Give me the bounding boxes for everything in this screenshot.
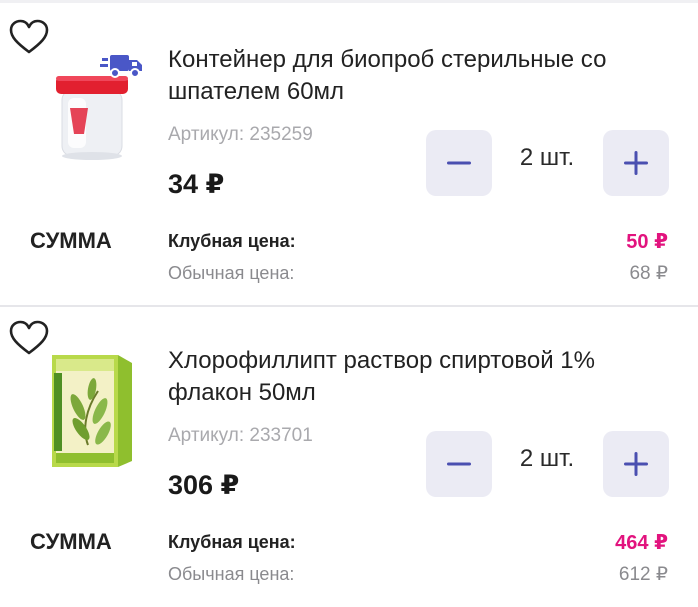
product-title[interactable]: Контейнер для биопроб стерильные со шпат…	[168, 44, 668, 108]
top-divider	[0, 0, 698, 3]
decrease-quantity-button[interactable]	[426, 130, 492, 196]
sum-label: СУММА	[30, 228, 112, 253]
quantity-value: 2 шт.	[519, 445, 575, 472]
regular-price-label: Обычная цена:	[168, 263, 295, 283]
club-price-value: 464 ₽	[615, 532, 668, 554]
regular-price-value: 612 ₽	[618, 564, 668, 585]
product-title-line: Хлорофиллипт раствор спиртовой 1%	[168, 347, 595, 374]
unit-price: 34 ₽	[168, 169, 225, 199]
regular-price-value: 68 ₽	[629, 263, 668, 284]
decrease-quantity-button[interactable]	[426, 431, 492, 497]
unit-price: 306 ₽	[168, 470, 240, 500]
club-price-value: 50 ₽	[626, 231, 668, 253]
regular-price-label: Обычная цена:	[168, 564, 295, 584]
minus-icon	[447, 161, 471, 165]
favorite-heart-icon[interactable]	[8, 18, 50, 56]
product-title-line: Контейнер для биопроб стерильные со	[168, 46, 607, 73]
product-title[interactable]: Хлорофиллипт раствор спиртовой 1% флакон…	[168, 345, 668, 409]
favorite-heart-icon[interactable]	[8, 319, 50, 357]
plus-icon	[624, 151, 648, 175]
minus-icon	[447, 462, 471, 466]
increase-quantity-button[interactable]	[603, 130, 669, 196]
increase-quantity-button[interactable]	[603, 431, 669, 497]
quantity-value: 2 шт.	[519, 144, 575, 171]
sku-label: Артикул: 235259	[168, 124, 313, 145]
plus-icon	[624, 452, 648, 476]
product-image[interactable]	[48, 349, 148, 469]
product-title-line: флакон 50мл	[168, 379, 316, 406]
cart-item: Хлорофиллипт раствор спиртовой 1% флакон…	[0, 307, 698, 607]
product-title-line: шпателем 60мл	[168, 78, 345, 105]
club-price-label: Клубная цена:	[168, 231, 296, 251]
delivery-truck-icon	[100, 50, 144, 80]
sum-label: СУММА	[30, 529, 112, 554]
cart-item: Контейнер для биопроб стерильные со шпат…	[0, 6, 698, 306]
club-price-label: Клубная цена:	[168, 532, 296, 552]
sku-label: Артикул: 233701	[168, 425, 313, 446]
